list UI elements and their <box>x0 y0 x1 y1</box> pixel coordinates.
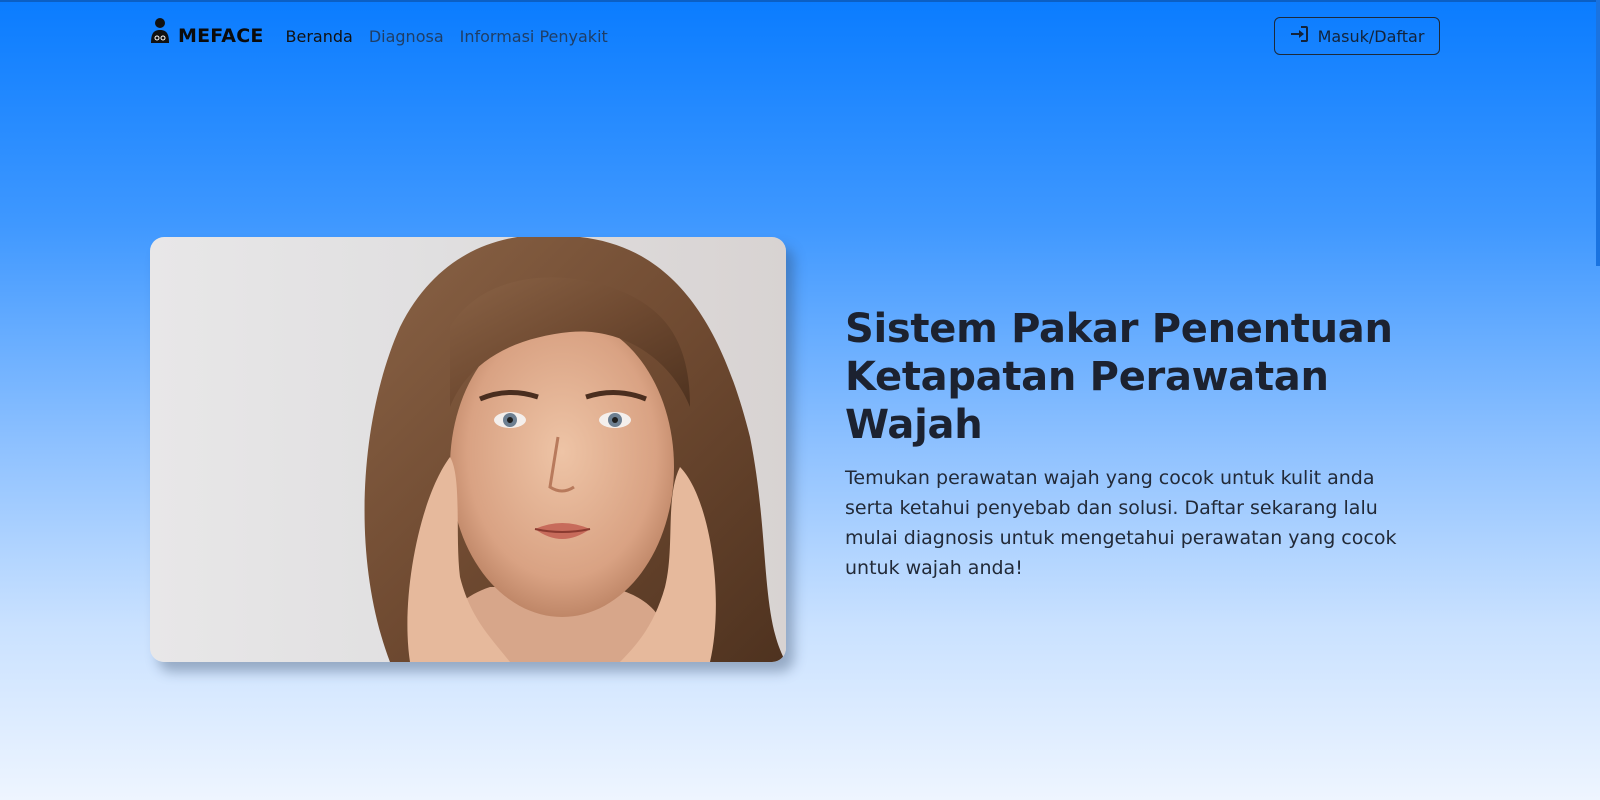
woman-face-photo <box>364 237 786 662</box>
nav-item-beranda[interactable]: Beranda <box>286 27 353 46</box>
nav-item-diagnosa[interactable]: Diagnosa <box>369 27 444 46</box>
brand-name: MEFACE <box>178 25 264 47</box>
doctor-icon <box>150 17 170 43</box>
sign-in-icon <box>1290 26 1308 46</box>
nav-links: Beranda Diagnosa Informasi Penyakit <box>286 27 608 46</box>
hero-description: Temukan perawatan wajah yang cocok untuk… <box>845 467 1397 579</box>
hero-text: Sistem Pakar Penentuan Ketapatan Perawat… <box>845 305 1445 583</box>
nav-item-informasi-penyakit[interactable]: Informasi Penyakit <box>460 27 608 46</box>
top-border <box>0 0 1600 2</box>
brand[interactable]: MEFACE <box>150 18 264 49</box>
page-scrollbar[interactable] <box>1596 0 1600 266</box>
hero-image <box>150 237 786 662</box>
login-register-label: Masuk/Daftar <box>1317 26 1425 46</box>
navbar: MEFACE Beranda Diagnosa Informasi Penyak… <box>150 14 1440 58</box>
login-register-button[interactable]: Masuk/Daftar <box>1274 17 1440 55</box>
hero-title: Sistem Pakar Penentuan Ketapatan Perawat… <box>845 306 1393 448</box>
